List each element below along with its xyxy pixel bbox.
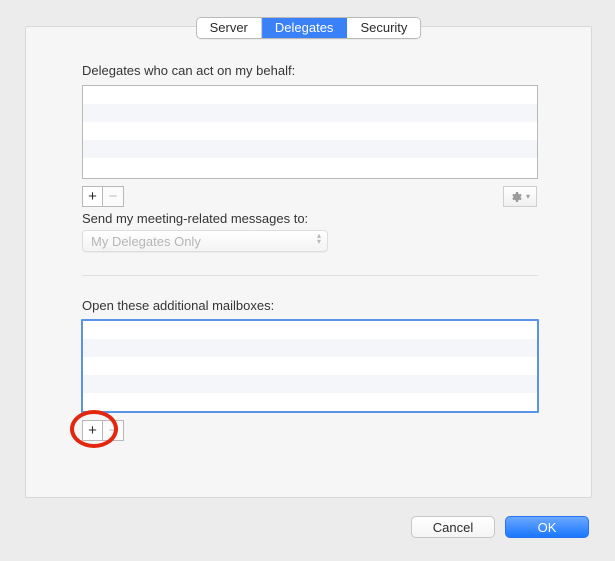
delegates-list[interactable] [82, 85, 538, 179]
mailboxes-heading: Open these additional mailboxes: [82, 298, 274, 313]
tab-delegates[interactable]: Delegates [262, 18, 348, 38]
tab-server[interactable]: Server [197, 18, 262, 38]
send-messages-popup[interactable]: My Delegates Only ▴▾ [82, 230, 328, 252]
plus-icon: + [88, 423, 97, 438]
section-divider [82, 275, 538, 276]
list-row [83, 158, 537, 176]
chevron-down-icon: ▾ [526, 192, 530, 201]
list-row [83, 393, 537, 411]
list-row [83, 122, 537, 140]
add-delegate-button[interactable]: + [82, 186, 103, 207]
gear-icon [510, 191, 522, 203]
send-messages-value: My Delegates Only [91, 234, 201, 249]
list-row [83, 140, 537, 158]
delegate-options-button[interactable]: ▾ [503, 186, 537, 207]
list-row [83, 86, 537, 104]
cancel-label: Cancel [433, 520, 473, 535]
cancel-button[interactable]: Cancel [411, 516, 495, 538]
minus-icon: − [109, 423, 118, 438]
ok-label: OK [538, 520, 557, 535]
list-row [83, 104, 537, 122]
tab-bar: Server Delegates Security [196, 17, 422, 39]
add-mailbox-button[interactable]: + [82, 420, 103, 441]
tab-delegates-label: Delegates [275, 20, 334, 35]
list-row [83, 357, 537, 375]
ok-button[interactable]: OK [505, 516, 589, 538]
preferences-panel: Server Delegates Security Delegates who … [25, 26, 592, 498]
mailboxes-button-row: + − [82, 420, 124, 441]
send-messages-label: Send my meeting-related messages to: [82, 211, 308, 226]
remove-delegate-button[interactable]: − [103, 186, 124, 207]
mailboxes-list[interactable] [81, 319, 539, 413]
list-row [83, 375, 537, 393]
delegates-button-row: + − [82, 186, 124, 207]
updown-icon: ▴▾ [317, 233, 321, 245]
tab-security[interactable]: Security [347, 18, 420, 38]
tab-security-label: Security [360, 20, 407, 35]
list-row [83, 339, 537, 357]
plus-icon: + [88, 189, 97, 204]
tab-server-label: Server [210, 20, 248, 35]
delegates-heading: Delegates who can act on my behalf: [82, 63, 295, 78]
minus-icon: − [109, 189, 118, 204]
list-row [83, 321, 537, 339]
remove-mailbox-button[interactable]: − [103, 420, 124, 441]
